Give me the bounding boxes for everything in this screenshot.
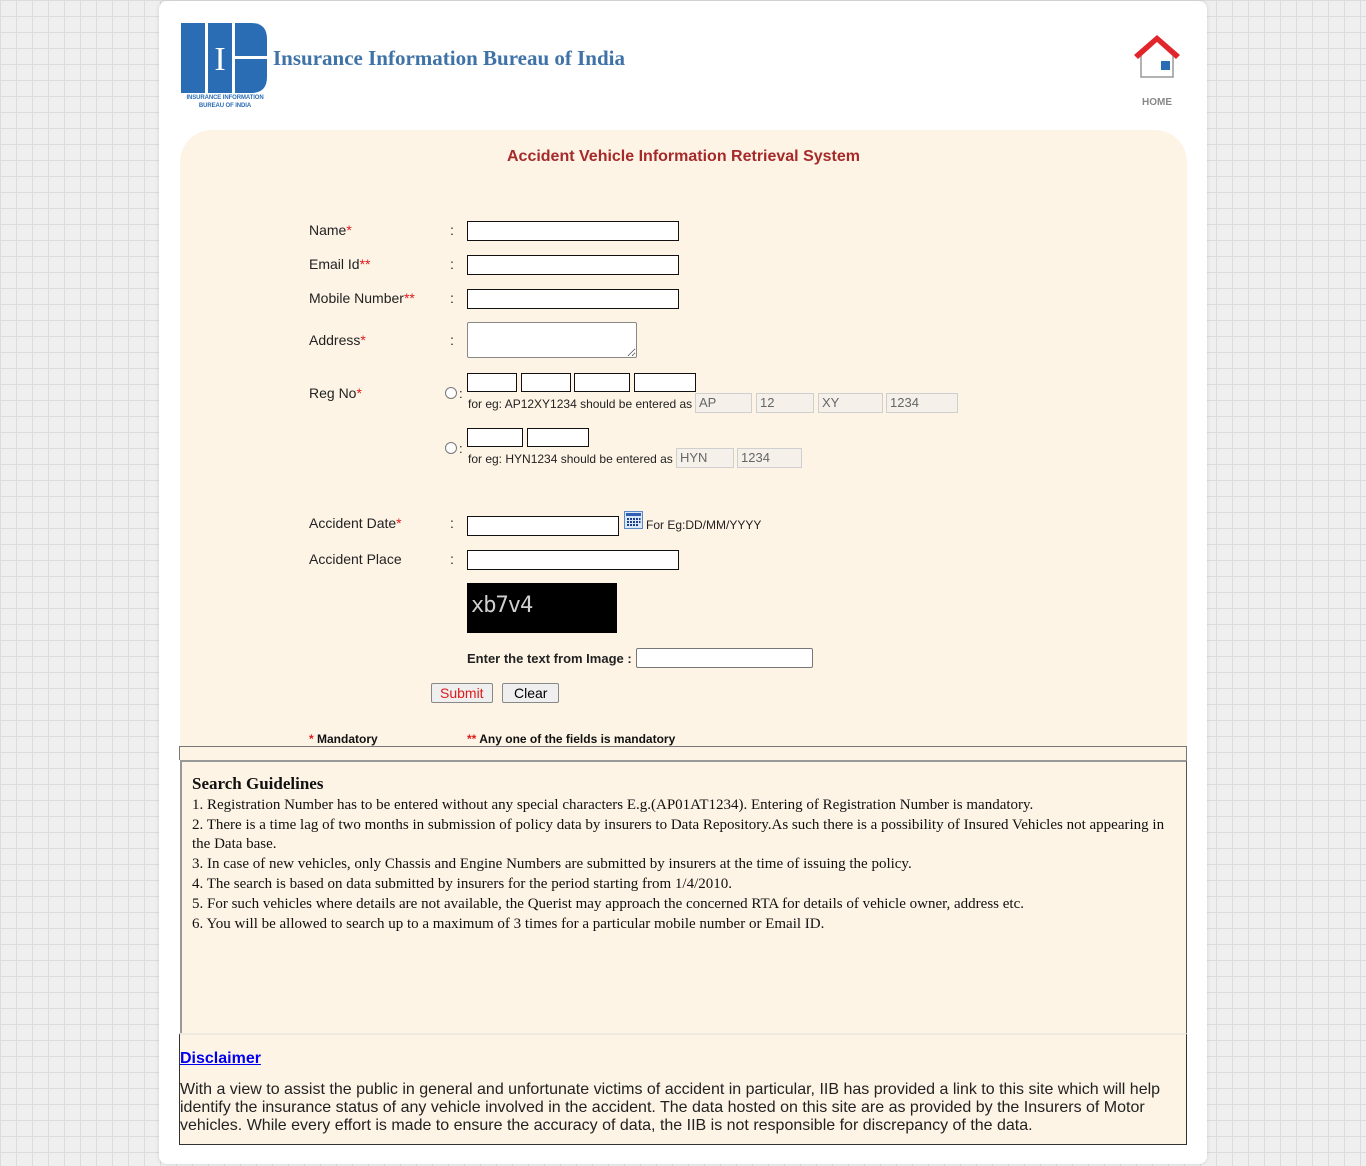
- colon: :: [450, 256, 454, 272]
- colon: :: [450, 222, 454, 238]
- reg-format-hint: for eg: AP12XY1234 should be entered as: [468, 397, 693, 411]
- required-marker: *: [360, 332, 366, 348]
- colon: :: [459, 441, 463, 456]
- guideline-item: 4. The search is based on data submitted…: [192, 876, 733, 892]
- section-divider: [179, 746, 1187, 760]
- name-label: Name*: [309, 222, 352, 238]
- email-input[interactable]: [467, 255, 679, 275]
- colon: :: [450, 515, 454, 531]
- any-one-marker: **: [359, 256, 371, 272]
- reg-short-series-input[interactable]: [467, 428, 523, 447]
- required-marker: *: [346, 222, 352, 238]
- home-link[interactable]: HOME: [1125, 31, 1189, 108]
- guidelines-title: Search Guidelines: [192, 774, 324, 793]
- mobile-label: Mobile Number**: [309, 290, 415, 306]
- logo-caption-line2: BUREAU OF INDIA: [198, 103, 252, 109]
- guideline-item: 3. In case of new vehicles, only Chassis…: [192, 856, 912, 872]
- sample-number: 1234: [886, 393, 958, 413]
- logo-caption-line1: INSURANCE INFORMATION: [186, 95, 264, 101]
- sample-series: XY: [818, 393, 883, 413]
- search-guidelines: Search Guidelines 1. Registration Number…: [180, 760, 1187, 1033]
- iib-logo-icon: I: [181, 23, 267, 93]
- reg-short-number-input[interactable]: [527, 428, 589, 447]
- home-label: HOME: [1142, 97, 1172, 108]
- page-title: Accident Vehicle Information Retrieval S…: [506, 148, 860, 165]
- required-marker: *: [396, 515, 402, 531]
- reg-format-radio-standard[interactable]: [445, 387, 457, 399]
- mobile-label-text: Mobile Number: [309, 290, 404, 306]
- required-marker: *: [309, 732, 314, 746]
- accident-place-label: Accident Place: [309, 551, 402, 567]
- address-label-text: Address: [309, 332, 361, 348]
- name-input[interactable]: [467, 221, 679, 241]
- guideline-item: 2. There is a time lag of two months in …: [192, 817, 1165, 852]
- date-format-hint: For Eg:DD/MM/YYYY: [646, 518, 762, 532]
- reg-short-format-hint: for eg: HYN1234 should be entered as: [468, 452, 673, 466]
- reg-district-input[interactable]: [521, 373, 571, 392]
- name-label-text: Name: [309, 222, 347, 238]
- iib-logo: I INSURANCE INFORMATION BUREAU OF INDIA: [180, 21, 270, 113]
- any-one-legend-text: Any one of the fields is mandatory: [479, 732, 676, 746]
- disclaimer-link[interactable]: Disclaimer: [180, 1050, 261, 1068]
- sample-short-series: HYN: [676, 448, 734, 468]
- email-label-text: Email Id: [309, 256, 360, 272]
- reg-state-input[interactable]: [467, 373, 517, 392]
- reg-number-input[interactable]: [634, 373, 696, 392]
- brand-title: Insurance Information Bureau of India: [273, 46, 625, 70]
- colon: :: [450, 290, 454, 306]
- colon: :: [459, 386, 463, 401]
- sample-short-number: 1234: [737, 448, 802, 468]
- clear-button[interactable]: Clear: [502, 683, 560, 703]
- captcha-image: xb7v4: [467, 583, 617, 633]
- disclaimer-text: With a view to assist the public in gene…: [180, 1081, 1161, 1134]
- mandatory-legend-text: Mandatory: [317, 732, 378, 746]
- any-one-marker: **: [403, 290, 415, 306]
- sample-district: 12: [756, 393, 814, 413]
- captcha-label: Enter the text from Image :: [467, 651, 632, 666]
- svg-text:I: I: [214, 41, 225, 78]
- reg-no-label-text: Reg No: [309, 385, 357, 401]
- colon: :: [450, 332, 454, 348]
- mandatory-legend: * Mandatory: [309, 732, 378, 746]
- required-marker: *: [356, 385, 362, 401]
- logo-caption: INSURANCE INFORMATION BUREAU OF INDIA: [180, 94, 270, 110]
- reg-series-input[interactable]: [574, 373, 630, 392]
- any-one-marker: **: [467, 732, 477, 746]
- guideline-item: 5. For such vehicles where details are n…: [192, 896, 1024, 912]
- captcha-input[interactable]: [636, 648, 813, 668]
- calendar-icon[interactable]: [624, 511, 643, 529]
- reg-no-label: Reg No*: [309, 385, 362, 401]
- email-label: Email Id**: [309, 256, 370, 272]
- accident-place-input[interactable]: [467, 550, 679, 570]
- submit-button[interactable]: Submit: [431, 683, 493, 703]
- reg-format-radio-short[interactable]: [445, 442, 457, 454]
- colon: :: [450, 551, 454, 567]
- search-form-panel: Accident Vehicle Information Retrieval S…: [180, 130, 1187, 746]
- address-label: Address*: [309, 332, 366, 348]
- accident-date-label: Accident Date*: [309, 515, 402, 531]
- address-textarea[interactable]: [467, 322, 637, 358]
- home-icon: [1134, 35, 1180, 78]
- any-one-legend: ** Any one of the fields is mandatory: [467, 732, 675, 746]
- accident-date-input[interactable]: [467, 516, 619, 536]
- disclaimer-section: Disclaimer With a view to assist the pub…: [179, 1033, 1187, 1145]
- guideline-item: 6. You will be allowed to search up to a…: [192, 916, 825, 932]
- page-container: I INSURANCE INFORMATION BUREAU OF INDIA …: [159, 1, 1207, 1164]
- mobile-input[interactable]: [467, 289, 679, 309]
- sample-state: AP: [695, 393, 752, 413]
- guideline-item: 1. Registration Number has to be entered…: [192, 797, 1034, 813]
- accident-date-label-text: Accident Date: [309, 515, 397, 531]
